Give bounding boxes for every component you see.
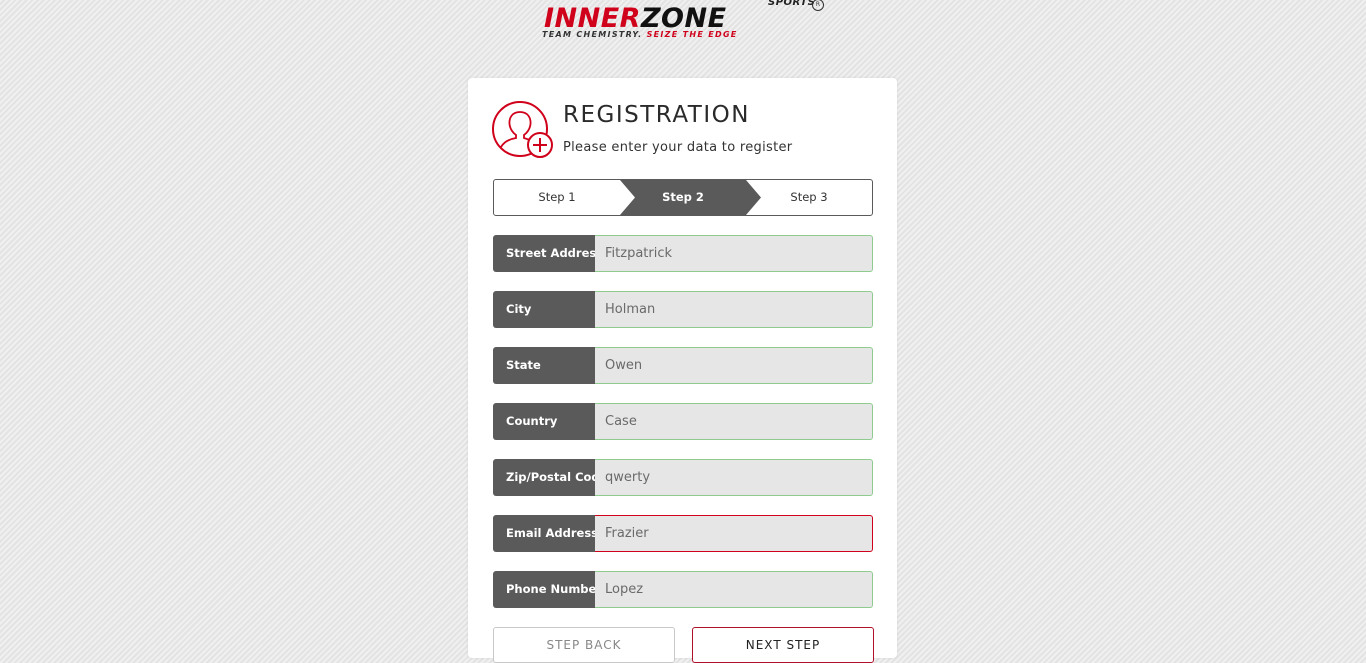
country-label: Country [493,403,596,440]
brand-logo: INNERZONE SPORTS R TEAM CHEMISTRY. SEIZE… [540,0,830,44]
street-address-input[interactable] [595,235,873,272]
zip-code-label: Zip/Postal Code [493,459,607,496]
country-field: Country [493,403,873,440]
next-step-button[interactable]: NEXT STEP [692,627,874,663]
step-back-button[interactable]: STEP BACK [493,627,675,663]
step-progress: Step 1 Step 2 Step 3 [493,179,873,216]
logo-tagline: TEAM CHEMISTRY. SEIZE THE EDGE [542,30,738,39]
state-input[interactable] [595,347,873,384]
phone-input[interactable] [595,571,873,608]
registration-card: REGISTRATION Please enter your data to r… [468,78,897,663]
email-input[interactable] [595,515,873,552]
street-address-label: Street Address [493,235,603,272]
user-add-icon [492,101,553,158]
page-subtitle: Please enter your data to register [563,140,793,155]
city-field: City [493,291,873,328]
logo-badge: SPORTS [768,0,816,8]
country-input[interactable] [595,403,873,440]
state-label: State [493,347,596,384]
step-2[interactable]: Step 2 [620,180,746,215]
phone-label: Phone Number [493,571,602,608]
zip-code-field: Zip/Postal Code [493,459,873,496]
email-field: Email Address [493,515,873,552]
tagline-part1: TEAM CHEMISTRY. [542,30,643,39]
step-3[interactable]: Step 3 [746,180,872,215]
state-field: State [493,347,873,384]
city-label: City [493,291,596,328]
phone-field: Phone Number [493,571,873,608]
page-title: REGISTRATION [563,102,750,128]
street-address-field: Street Address [493,235,873,272]
email-label: Email Address [493,515,598,552]
registered-mark-icon: R [812,0,824,11]
city-input[interactable] [595,291,873,328]
tagline-part2: SEIZE THE EDGE [646,30,738,39]
zip-code-input[interactable] [595,459,873,496]
step-1[interactable]: Step 1 [494,180,620,215]
